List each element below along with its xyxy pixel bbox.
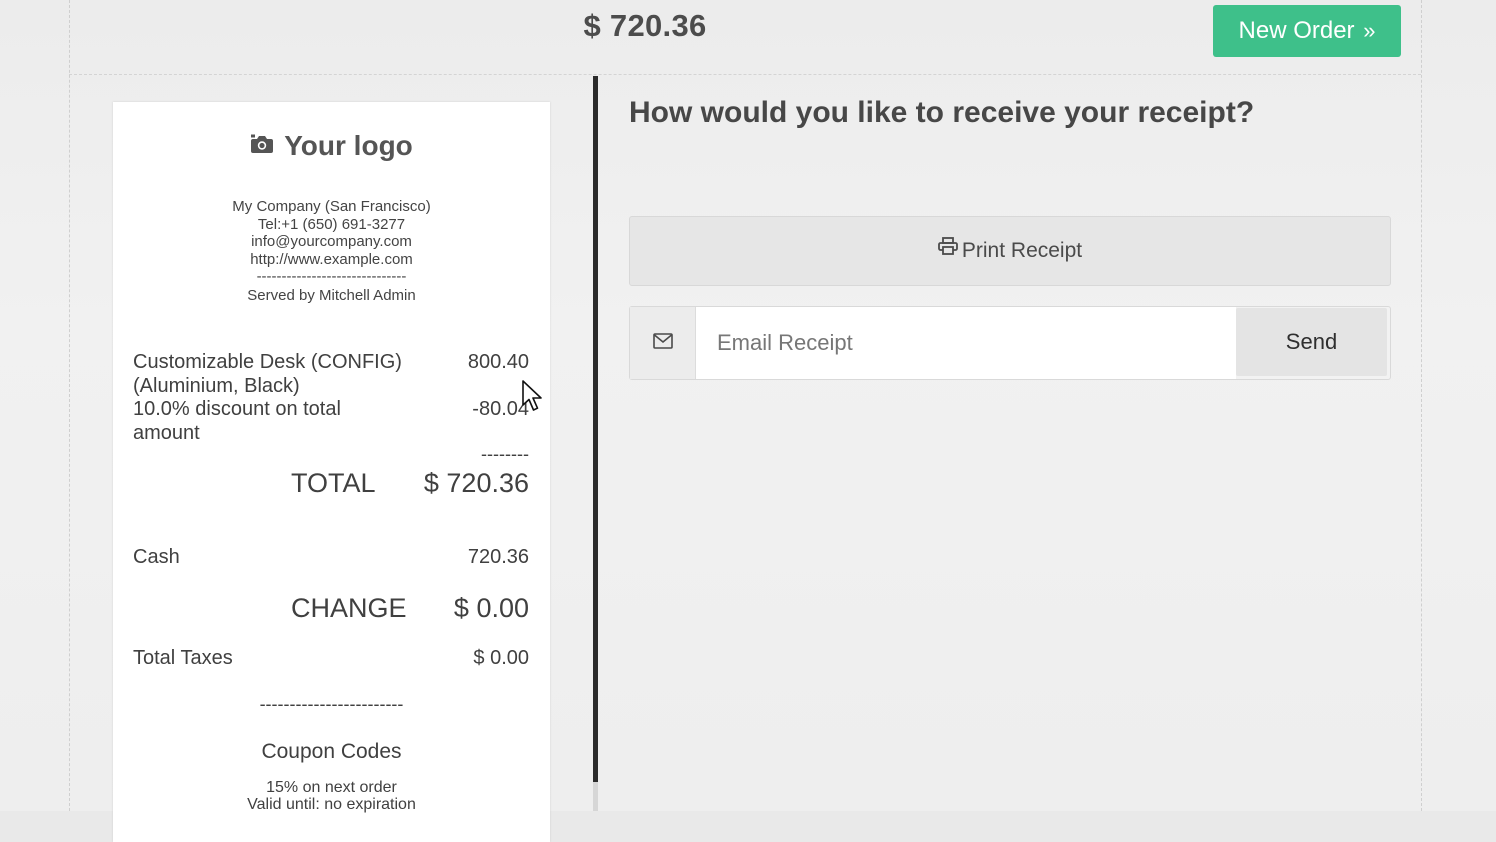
email-receipt-group: Send (629, 306, 1391, 380)
company-phone: Tel:+1 (650) 691-3277 (257, 215, 406, 233)
change-label: CHANGE (291, 593, 407, 623)
total-value: $ 720.36 (423, 468, 529, 498)
logo-text: Your logo (284, 130, 413, 161)
new-order-button[interactable]: New Order » (1213, 5, 1401, 57)
camera-icon (250, 129, 274, 161)
company-email: info@yourcompany.com (251, 233, 412, 251)
company-separator: ------------------------------ (256, 268, 407, 286)
taxes-label: Total Taxes (133, 647, 233, 669)
pos-screen: $ 720.36 New Order » Your logo My Compan… (0, 0, 1496, 842)
email-addon (630, 307, 696, 379)
payment-method: Cash (133, 546, 180, 568)
print-receipt-label: Print Receipt (961, 239, 1083, 262)
send-button[interactable]: Send (1236, 308, 1387, 376)
change-value: $ 0.00 (453, 593, 529, 623)
panel-divider-lower (593, 782, 598, 811)
envelope-icon (653, 333, 673, 354)
receipt-line-name: Customizable Desk (CONFIG) (Aluminium, B… (133, 351, 402, 397)
receipt-preview: Your logo My Company (San Francisco) Tel… (113, 102, 550, 842)
subtotal-separator: -------- (481, 444, 529, 464)
coupon-title: Coupon Codes (261, 740, 402, 763)
order-total-header: $ 720.36 (583, 8, 707, 43)
receipt-line: Customizable Desk (CONFIG) (Aluminium, B… (133, 351, 529, 399)
email-receipt-input[interactable] (696, 307, 1236, 379)
frame-border-right (1421, 0, 1422, 811)
total-label: TOTAL (291, 468, 376, 498)
coupon-description: 15% on next order Valid until: no expira… (113, 779, 550, 813)
panel-divider (593, 76, 598, 782)
coupon-offer: 15% on next order (266, 779, 397, 796)
receipt-line: 10.0% discount on total amount -80.04 (133, 398, 529, 446)
double-chevron-right-icon: » (1363, 18, 1376, 43)
printer-icon (937, 215, 958, 283)
company-info: My Company (San Francisco) Tel:+1 (650) … (113, 198, 550, 286)
taxes-value: $ 0.00 (473, 647, 529, 669)
receipt-line-amount: 800.40 (467, 351, 529, 373)
footer-separator: ------------------------ (259, 694, 404, 714)
payment-amount: 720.36 (467, 546, 529, 568)
mouse-cursor-icon (521, 380, 543, 417)
company-website: http://www.example.com (250, 250, 413, 268)
receipt-line-name: 10.0% discount on total amount (133, 398, 341, 444)
print-receipt-button[interactable]: Print Receipt (629, 216, 1391, 286)
served-by: Served by Mitchell Admin (247, 287, 416, 304)
header-separator (69, 74, 1421, 75)
receipt-question: How would you like to receive your recei… (629, 96, 1255, 129)
new-order-label: New Order (1238, 17, 1355, 44)
receipt-logo: Your logo (113, 130, 550, 164)
company-name: My Company (San Francisco) (232, 198, 431, 215)
frame-border-left (69, 0, 70, 811)
coupon-validity: Valid until: no expiration (247, 796, 416, 813)
